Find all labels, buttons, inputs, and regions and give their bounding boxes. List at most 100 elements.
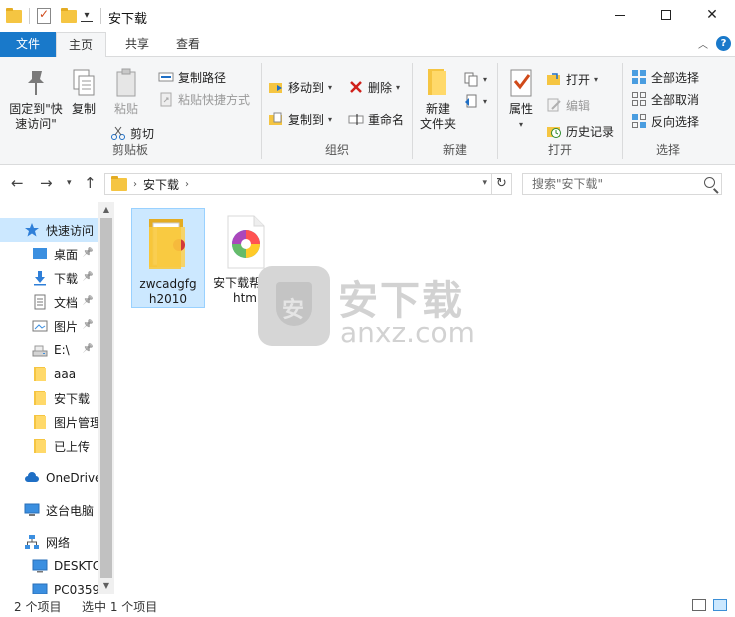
sidebar-item-10[interactable]: OneDrive <box>0 466 98 490</box>
new-item-icon <box>463 71 479 87</box>
properties-button[interactable]: 属性 ▾ <box>504 67 538 132</box>
sidebar-item-label: PC0359 <box>54 583 98 594</box>
copy-path-button[interactable]: 复制路径 <box>158 67 226 87</box>
easy-access-button[interactable]: ▾ <box>463 91 487 111</box>
rename-button[interactable]: 重命名 <box>348 109 404 129</box>
history-button[interactable]: 历史记录 <box>546 121 614 141</box>
details-view-icon[interactable] <box>692 599 706 611</box>
tab-share[interactable]: 共享 <box>113 32 161 57</box>
sidebar-item-12[interactable]: 网络 <box>0 530 98 554</box>
new-folder-button[interactable]: 新建 文件夹 <box>417 67 459 132</box>
sidebar-item-7[interactable]: 安下载 <box>0 386 98 410</box>
recent-locations-chevron-icon[interactable]: ▾ <box>67 178 72 188</box>
paste-shortcut-icon <box>158 91 174 107</box>
scrollbar-thumb[interactable] <box>100 218 112 578</box>
invert-selection-icon <box>631 113 647 129</box>
sidebar-item-4[interactable]: 图片 📌 <box>0 314 98 338</box>
address-path[interactable]: 安下载 <box>143 176 179 193</box>
sidebar-item-label: 安下载 <box>54 391 91 406</box>
pin-icon[interactable]: 📌 <box>83 272 94 282</box>
sidebar-item-0[interactable]: 快速访问 <box>0 218 98 242</box>
file-item-folder[interactable]: zwcadgfgh2010 <box>131 208 205 308</box>
star-icon <box>24 222 40 238</box>
large-icons-view-icon[interactable] <box>713 599 727 611</box>
help-icon[interactable]: ? <box>716 36 731 51</box>
select-all-label: 全部选择 <box>651 70 700 85</box>
sidebar-item-label: OneDrive <box>46 471 98 485</box>
address-bar[interactable]: › 安下载 › ▾ <box>104 173 492 195</box>
properties-label: 属性 <box>508 102 533 116</box>
delete-label: 删除 <box>368 80 393 95</box>
copy-path-icon <box>158 69 174 85</box>
window-title: 安下载 <box>108 12 148 27</box>
quick-access-toolbar: ▾ <box>6 6 104 26</box>
sidebar-item-8[interactable]: 图片管理 <box>0 410 98 434</box>
pin-icon[interactable]: 📌 <box>83 296 94 306</box>
easy-access-icon <box>463 93 479 109</box>
open-group: 属性 ▾ 打开 ▾ 编辑 历史记录 打开 <box>498 61 622 161</box>
paste-shortcut-button[interactable]: 粘贴快捷方式 <box>158 89 250 109</box>
folder-icon <box>32 366 48 382</box>
sidebar-item-2[interactable]: 下载 📌 <box>0 266 98 290</box>
open-button[interactable]: 打开 ▾ <box>546 69 598 89</box>
chevron-right-icon[interactable]: › <box>133 179 137 190</box>
sidebar-item-label: aaa <box>54 367 77 381</box>
new-folder-icon <box>422 67 454 99</box>
forward-arrow-icon[interactable]: → <box>40 174 53 192</box>
copy-path-label: 复制路径 <box>178 70 227 85</box>
pin-icon[interactable]: 📌 <box>83 344 94 354</box>
up-arrow-icon[interactable]: ↑ <box>84 174 97 192</box>
new-folder-icon[interactable] <box>61 7 77 23</box>
folder-icon <box>32 414 48 430</box>
search-placeholder: 搜索"安下载" <box>532 177 604 191</box>
address-history-chevron-icon[interactable]: ▾ <box>482 178 487 188</box>
edit-icon <box>546 97 562 113</box>
properties-icon[interactable] <box>37 7 51 24</box>
scroll-down-icon[interactable]: ▼ <box>98 578 114 594</box>
delete-button[interactable]: 删除 ▾ <box>348 77 400 97</box>
move-to-button[interactable]: 移动到 ▾ <box>268 77 332 97</box>
sidebar-item-3[interactable]: 文档 📌 <box>0 290 98 314</box>
folder-icon <box>111 175 127 191</box>
collapse-ribbon-chevron-icon[interactable]: ︿ <box>698 36 708 51</box>
search-input[interactable]: 搜索"安下载" <box>522 173 722 195</box>
sidebar-item-14[interactable]: PC0359 <box>0 578 98 594</box>
invert-selection-button[interactable]: 反向选择 <box>631 111 699 131</box>
select-none-button[interactable]: 全部取消 <box>631 89 699 109</box>
customize-toolbar-chevron-icon[interactable]: ▾ <box>81 10 93 22</box>
sidebar-item-1[interactable]: 桌面 📌 <box>0 242 98 266</box>
pin-icon[interactable]: 📌 <box>83 248 94 258</box>
clipboard-group: 固定到"快速访问" 复制 粘贴 剪切 复制路径 粘贴快捷方式 剪贴板 <box>0 61 260 161</box>
copy-to-button[interactable]: 复制到 ▾ <box>268 109 332 129</box>
refresh-button[interactable]: ↻ <box>492 173 512 195</box>
sidebar-item-6[interactable]: aaa <box>0 362 98 386</box>
cut-label: 剪切 <box>130 126 155 141</box>
sidebar-item-11[interactable]: 这台电脑 <box>0 498 98 522</box>
scroll-up-icon[interactable]: ▲ <box>98 202 114 218</box>
copy-button[interactable]: 复制 <box>66 67 102 117</box>
search-icon[interactable] <box>704 177 715 188</box>
maximize-button[interactable] <box>643 0 689 30</box>
select-all-button[interactable]: 全部选择 <box>631 67 699 87</box>
chevron-right-icon[interactable]: › <box>185 179 189 190</box>
back-arrow-icon[interactable]: ← <box>11 174 24 192</box>
pin-icon[interactable]: 📌 <box>83 320 94 330</box>
edit-button[interactable]: 编辑 <box>546 95 590 115</box>
file-name: zwcadgfgh2010 <box>139 277 197 306</box>
cut-button[interactable]: 剪切 <box>110 123 154 143</box>
tab-view[interactable]: 查看 <box>164 32 212 57</box>
sidebar-item-9[interactable]: 已上传 <box>0 434 98 458</box>
close-button[interactable]: ✕ <box>689 0 735 30</box>
watermark-logo: 安 安下载 anxz.com <box>258 266 475 350</box>
tab-file[interactable]: 文件 <box>0 32 56 57</box>
minimize-button[interactable] <box>597 0 643 30</box>
sidebar-item-13[interactable]: DESKTOP <box>0 554 98 578</box>
new-item-button[interactable]: ▾ <box>463 69 487 89</box>
pin-quick-access-button[interactable]: 固定到"快速访问" <box>4 67 68 132</box>
tab-home[interactable]: 主页 <box>56 32 106 58</box>
navigation-scrollbar[interactable]: ▲ ▼ <box>98 202 114 594</box>
paste-button[interactable]: 粘贴 <box>108 67 144 117</box>
sidebar-item-label: 下载 <box>54 271 79 286</box>
sidebar-item-5[interactable]: E:\ 📌 <box>0 338 98 362</box>
sidebar-item-label: 文档 <box>54 295 79 310</box>
